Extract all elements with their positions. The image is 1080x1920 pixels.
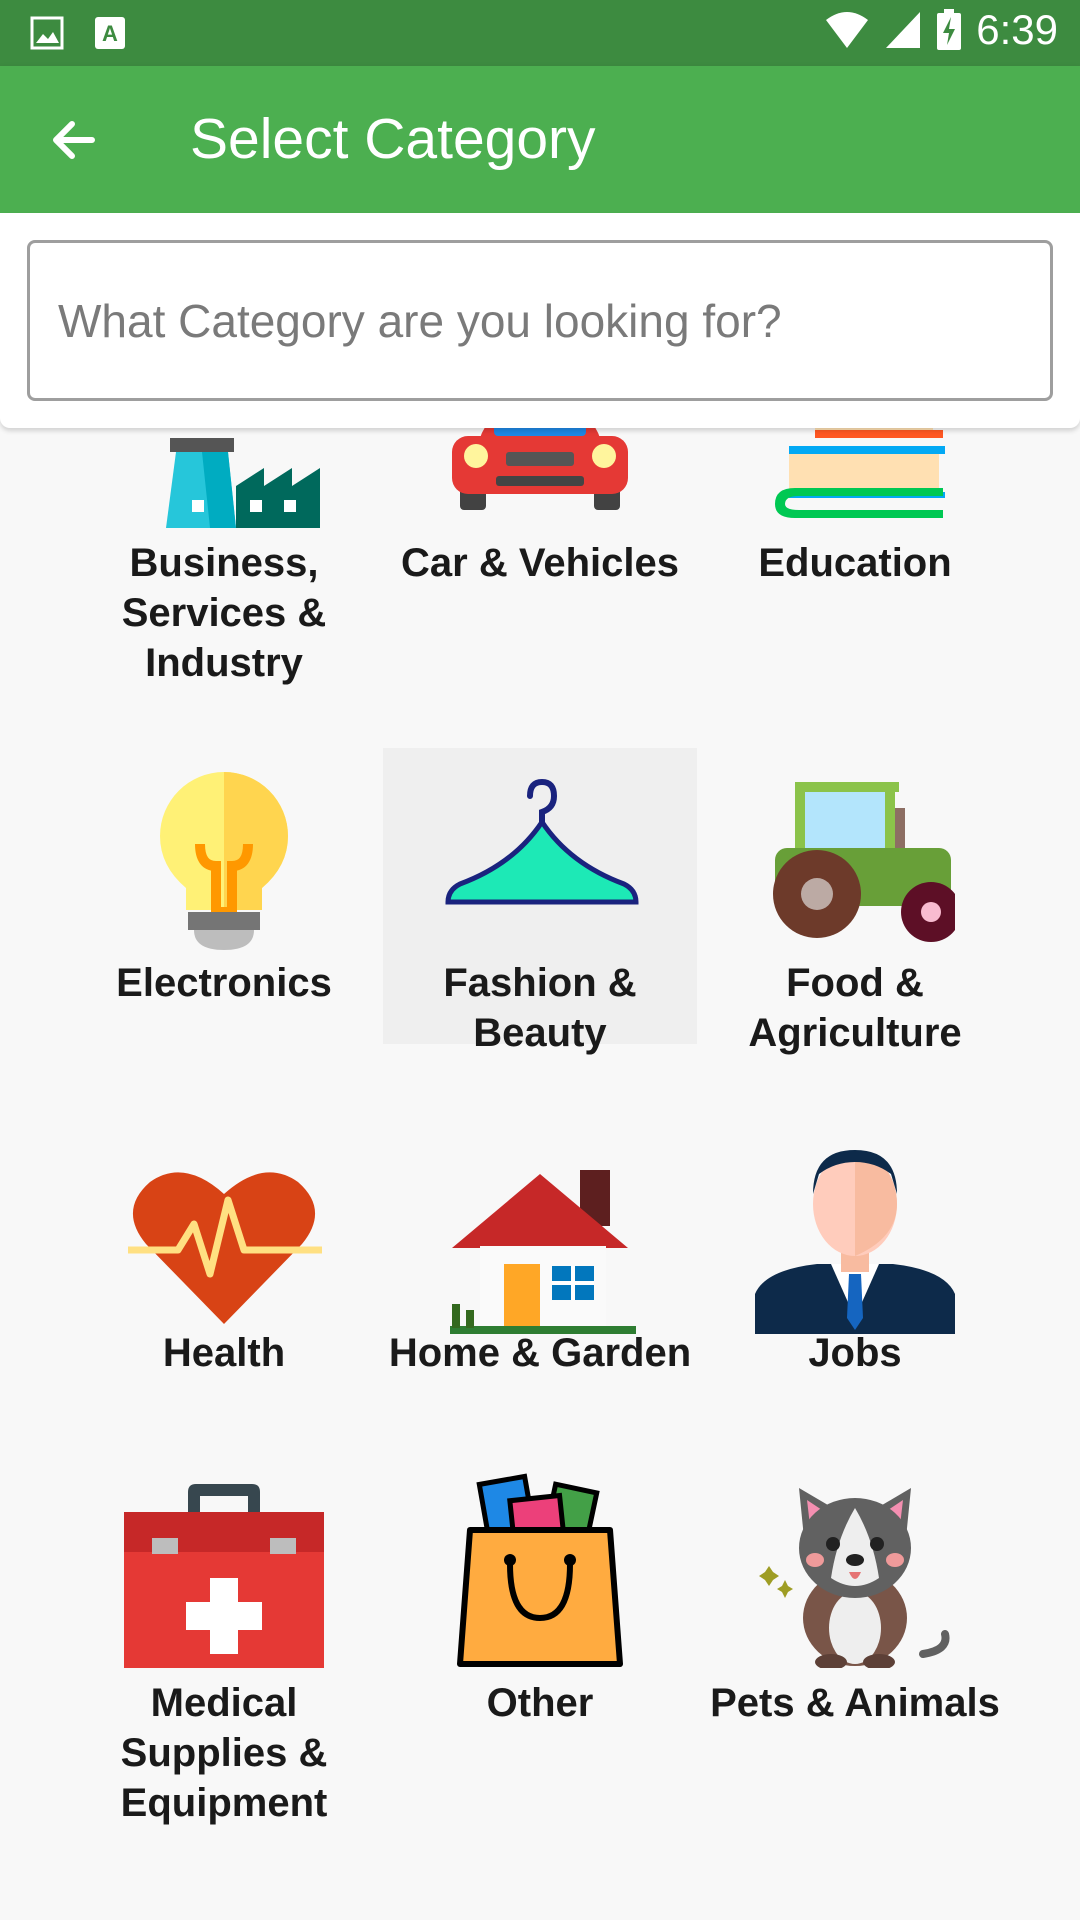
search-input[interactable] — [27, 240, 1053, 401]
category-home-garden[interactable]: Home & Garden — [383, 1128, 697, 1398]
category-label: Pets & Animals — [710, 1681, 1000, 1725]
category-label: Car & Vehicles — [401, 541, 679, 585]
dog-icon — [759, 1488, 950, 1668]
category-label: Jobs — [808, 1331, 902, 1375]
books-icon — [775, 428, 945, 518]
category-other[interactable]: Other — [383, 1468, 697, 1768]
house-icon — [450, 1170, 636, 1334]
category-label: Electronics — [116, 961, 332, 1005]
category-fashion-beauty[interactable]: Fashion & Beauty — [383, 748, 697, 1055]
category-label: Business, Services & Industry — [121, 541, 327, 685]
category-jobs[interactable]: Jobs — [698, 1128, 1012, 1398]
wifi-icon — [826, 12, 869, 48]
category-electronics[interactable]: Electronics — [67, 748, 381, 1048]
category-grid: Business, Services & Industry Car & Vehi… — [0, 428, 1080, 1920]
app-a-icon: A — [95, 17, 125, 49]
tractor-icon — [773, 782, 955, 942]
category-food-agriculture[interactable]: Food & Agriculture — [698, 748, 1012, 1055]
factory-icon — [166, 438, 320, 528]
back-button[interactable] — [44, 110, 104, 170]
category-label: Education — [758, 541, 952, 585]
category-car-vehicles[interactable]: Car & Vehicles — [383, 428, 697, 673]
category-label: Fashion & Beauty — [443, 961, 637, 1055]
car-icon — [452, 428, 628, 510]
category-education[interactable]: Education — [698, 428, 1012, 673]
category-pets-animals[interactable]: Pets & Animals — [698, 1468, 1012, 1768]
category-label: Other — [486, 1681, 594, 1725]
status-time: 6:39 — [976, 6, 1058, 53]
battery-charging-icon — [937, 9, 962, 50]
lightbulb-icon — [160, 772, 288, 950]
category-label: Health — [162, 1331, 286, 1375]
category-business[interactable]: Business, Services & Industry — [67, 428, 381, 685]
businessman-icon — [755, 1150, 955, 1334]
category-label: Food & Agriculture — [748, 961, 962, 1055]
category-label: Home & Garden — [388, 1331, 692, 1375]
page-title: Select Category — [190, 107, 596, 171]
shopping-bag-icon — [457, 1473, 623, 1667]
status-bar: A 6:39 — [0, 0, 1080, 66]
arrow-back-icon — [53, 121, 95, 159]
heart-pulse-icon — [128, 1172, 322, 1324]
category-medical-supplies[interactable]: Medical Supplies & Equipment — [67, 1468, 381, 1825]
image-icon — [30, 16, 64, 50]
category-label: Medical Supplies & Equipment — [120, 1681, 328, 1825]
svg-text:A: A — [102, 21, 118, 46]
search-card — [0, 213, 1080, 428]
first-aid-kit-icon — [124, 1484, 324, 1668]
hanger-icon — [445, 778, 639, 905]
app-bar: Select Category — [0, 66, 1080, 213]
category-health[interactable]: Health — [67, 1128, 381, 1398]
signal-icon — [886, 12, 921, 48]
